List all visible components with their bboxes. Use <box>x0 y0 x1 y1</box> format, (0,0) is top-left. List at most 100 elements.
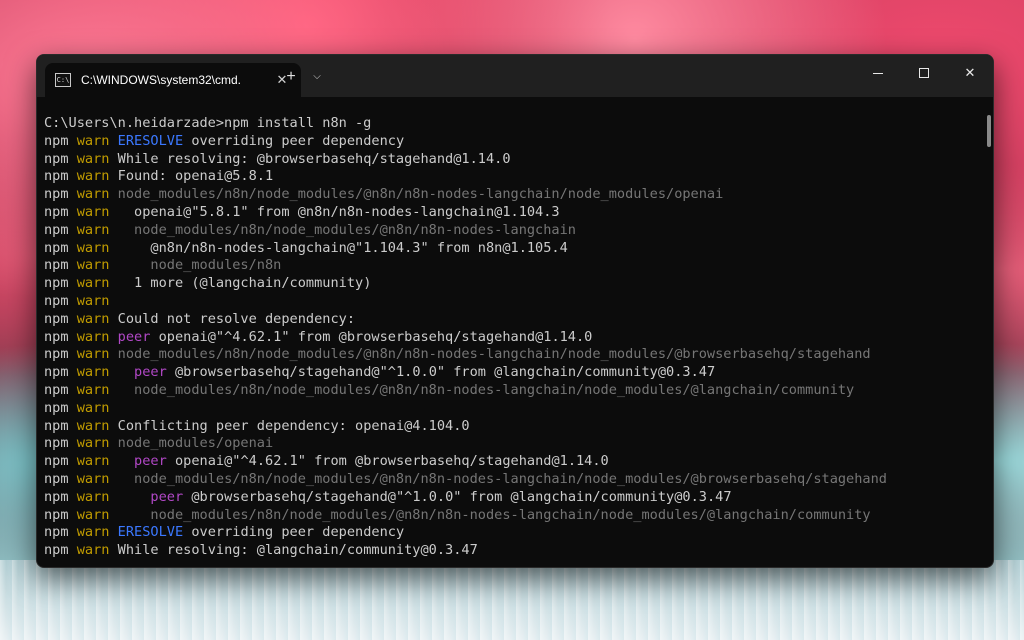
chevron-down-icon[interactable]: ⌵ <box>307 65 327 89</box>
terminal-text: warn <box>76 203 118 220</box>
terminal-text: warn <box>76 346 118 363</box>
terminal-text: warn <box>76 310 118 327</box>
terminal-text: node_modules/n8n/node_modules/@n8n/n8n-n… <box>117 381 855 398</box>
terminal-text: npm <box>44 381 77 398</box>
terminal-text: node_modules/n8n/node_modules/@n8n/n8n-n… <box>117 346 871 363</box>
terminal-line: npm warn node_modules/n8n <box>44 257 981 275</box>
terminal-line: npm warn node_modules/openai <box>44 435 981 453</box>
terminal-text: openai@"5.8.1" from @n8n/n8n-nodes-langc… <box>117 203 560 220</box>
terminal-line: npm warn peer openai@"^4.62.1" from @bro… <box>44 453 981 471</box>
terminal-text: peer <box>150 488 184 505</box>
terminal-text: While resolving: @langchain/community@0.… <box>117 542 478 559</box>
terminal-line: npm warn node_modules/n8n/node_modules/@… <box>44 186 981 204</box>
terminal-text: npm <box>44 150 77 167</box>
terminal-text: node_modules/n8n/node_modules/@n8n/n8n-n… <box>117 221 576 238</box>
terminal-text: 1 more (@langchain/community) <box>117 275 372 292</box>
maximize-icon <box>919 68 929 78</box>
terminal-text: npm <box>44 168 77 185</box>
terminal-text: npm <box>44 524 77 541</box>
terminal-text: npm <box>44 506 77 523</box>
terminal-text: ERESOLVE <box>117 524 184 541</box>
terminal-text: node_modules/n8n <box>117 257 282 274</box>
terminal-text: node_modules/n8n/node_modules/@n8n/n8n-n… <box>117 506 871 523</box>
terminal-text: ERESOLVE <box>117 132 184 149</box>
terminal-text: npm <box>44 275 77 292</box>
terminal-text: npm <box>44 470 77 487</box>
terminal-line: npm warn While resolving: @browserbasehq… <box>44 151 981 169</box>
terminal-text: overriding peer dependency <box>183 132 405 149</box>
terminal-text: npm <box>44 132 77 149</box>
tab-cmd[interactable]: C:\ C:\WINDOWS\system32\cmd. ✕ <box>45 63 301 97</box>
terminal-line: npm warn node_modules/n8n/node_modules/@… <box>44 471 981 489</box>
terminal-line: npm warn node_modules/n8n/node_modules/@… <box>44 382 981 400</box>
terminal-line: C:\Users\n.heidarzade>npm install n8n -g <box>44 115 981 133</box>
terminal-text: warn <box>76 470 118 487</box>
terminal-line: npm warn <box>44 400 981 418</box>
terminal-text: peer <box>117 328 151 345</box>
terminal-text: warn <box>76 221 118 238</box>
terminal-text: warn <box>76 381 118 398</box>
terminal-text: overriding peer dependency <box>183 524 405 541</box>
terminal-text: npm <box>44 221 77 238</box>
terminal-text: warn <box>76 488 118 505</box>
terminal-output[interactable]: C:\Users\n.heidarzade>npm install n8n -g… <box>37 97 981 567</box>
terminal-line: npm warn node_modules/n8n/node_modules/@… <box>44 507 981 525</box>
terminal-text: warn <box>76 239 118 256</box>
terminal-text: warn <box>76 364 118 381</box>
terminal-text: @n8n/n8n-nodes-langchain@"1.104.3" from … <box>117 239 568 256</box>
terminal-line: npm warn <box>44 293 981 311</box>
terminal-text: While resolving: @browserbasehq/stagehan… <box>117 150 511 167</box>
terminal-text: npm <box>44 292 77 309</box>
terminal-text: npm <box>44 435 77 452</box>
title-bar[interactable]: C:\ C:\WINDOWS\system32\cmd. ✕ + ⌵ ✕ <box>37 55 993 97</box>
scrollbar[interactable] <box>987 115 991 147</box>
terminal-text: node_modules/n8n/node_modules/@n8n/n8n-n… <box>117 186 724 203</box>
terminal-text: npm <box>44 453 77 470</box>
terminal-line: npm warn @n8n/n8n-nodes-langchain@"1.104… <box>44 240 981 258</box>
terminal-text: warn <box>76 506 118 523</box>
terminal-line: npm warn peer @browserbasehq/stagehand@"… <box>44 489 981 507</box>
terminal-text: npm <box>44 328 77 345</box>
terminal-text: npm <box>44 364 77 381</box>
terminal-text: node_modules/openai <box>117 435 274 452</box>
minimize-button[interactable] <box>855 55 901 91</box>
terminal-text: npm <box>44 346 77 363</box>
maximize-button[interactable] <box>901 55 947 91</box>
terminal-text: npm <box>44 542 77 559</box>
terminal-text: warn <box>76 150 118 167</box>
close-icon: ✕ <box>964 65 976 80</box>
cmd-icon: C:\ <box>55 73 71 87</box>
terminal-text: @browserbasehq/stagehand@"^1.0.0" from @… <box>183 488 732 505</box>
terminal-line: npm warn peer @browserbasehq/stagehand@"… <box>44 364 981 382</box>
terminal-text: npm <box>44 257 77 274</box>
terminal-line: npm warn openai@"5.8.1" from @n8n/n8n-no… <box>44 204 981 222</box>
tab-title: C:\WINDOWS\system32\cmd. <box>81 73 242 87</box>
terminal-text: openai@"^4.62.1" from @browserbasehq/sta… <box>150 328 593 345</box>
terminal-text: node_modules/n8n/node_modules/@n8n/n8n-n… <box>117 470 887 487</box>
minimize-icon <box>873 72 883 74</box>
terminal-text: Conflicting peer dependency: openai@4.10… <box>117 417 470 434</box>
terminal-line: npm warn ERESOLVE overriding peer depend… <box>44 133 981 151</box>
terminal-line: npm warn peer openai@"^4.62.1" from @bro… <box>44 329 981 347</box>
terminal-text: Could not resolve dependency: <box>117 310 356 327</box>
terminal-text: warn <box>76 257 118 274</box>
terminal-text: npm <box>44 399 77 416</box>
terminal-text: npm <box>44 310 77 327</box>
terminal-text: npm <box>44 239 77 256</box>
terminal-window: C:\ C:\WINDOWS\system32\cmd. ✕ + ⌵ ✕ C:\… <box>36 54 994 568</box>
terminal-line: npm warn Conflicting peer dependency: op… <box>44 418 981 436</box>
terminal-text: Found: openai@5.8.1 <box>117 168 274 185</box>
terminal-text: warn <box>76 417 118 434</box>
terminal-text: peer <box>134 364 167 381</box>
terminal-text: C:\Users\n.heidarzade>npm install n8n -g <box>44 115 372 131</box>
terminal-text: warn <box>76 542 118 559</box>
plus-icon[interactable]: + <box>279 65 303 89</box>
terminal-text: warn <box>76 524 118 541</box>
terminal-text: warn <box>76 292 110 309</box>
close-window-button[interactable]: ✕ <box>947 55 993 91</box>
wallpaper-waterfall <box>0 560 1024 640</box>
terminal-line: npm warn node_modules/n8n/node_modules/@… <box>44 346 981 364</box>
